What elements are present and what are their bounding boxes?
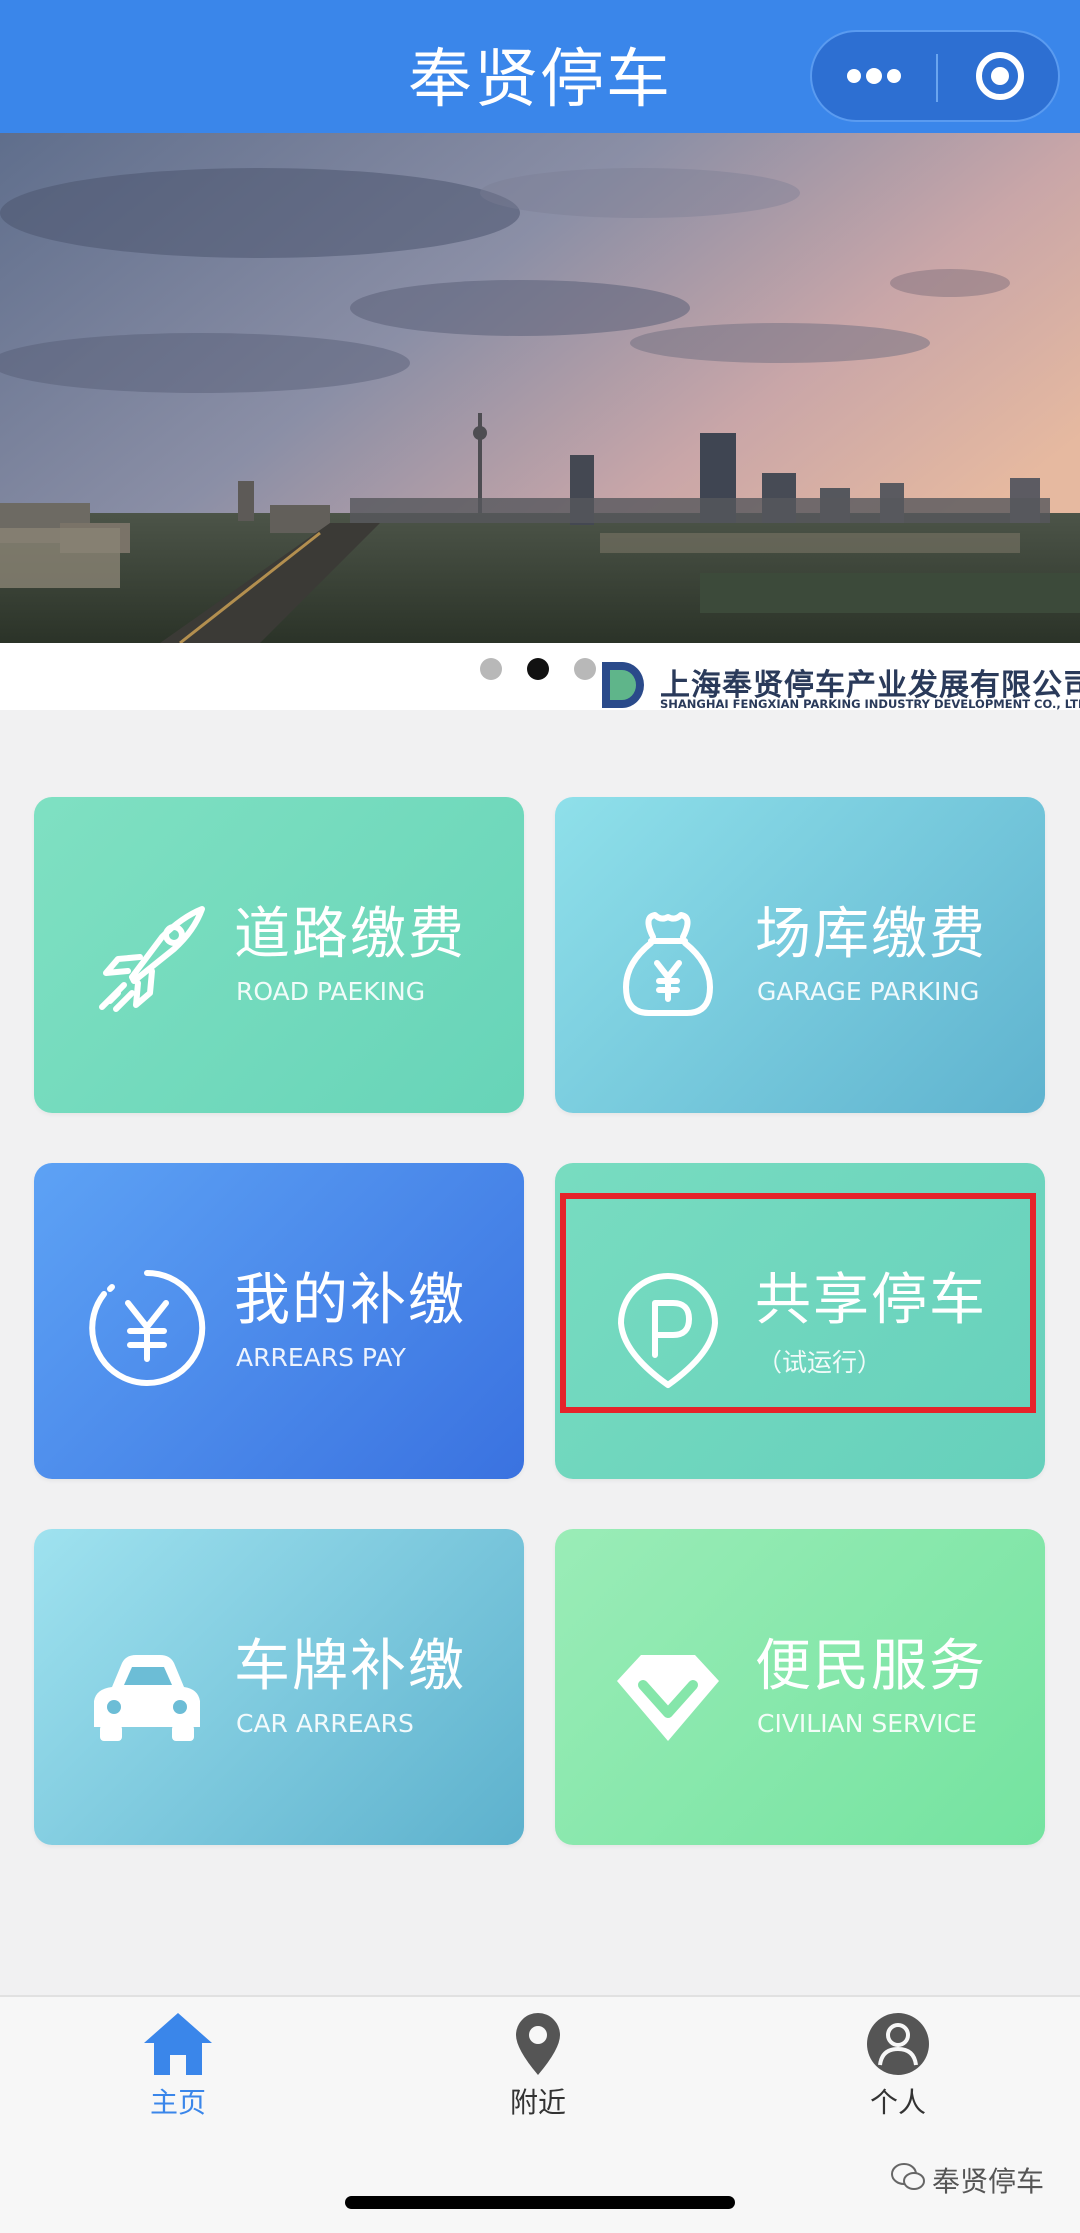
title-bar: 奉贤停车 — [0, 0, 1080, 133]
banner-carousel[interactable]: 上海奉贤停车产业发展有限公司 SHANGHAI FENGXIAN PARKING… — [0, 133, 1080, 710]
road-parking-tile[interactable]: 道路缴费 ROAD PAEKING — [34, 797, 524, 1113]
tile-title: 道路缴费 — [234, 902, 466, 967]
yen-circle-icon — [89, 1269, 206, 1386]
tab-label: 个人 — [869, 2086, 926, 2119]
company-logo-icon — [602, 662, 644, 708]
city-skyline-image — [0, 133, 1080, 643]
close-target-icon — [976, 52, 1024, 100]
close-button[interactable] — [938, 32, 1062, 120]
tile-title: 我的补缴 — [234, 1268, 466, 1333]
civilian-service-tile[interactable]: 便民服务 CIVILIAN SERVICE — [555, 1529, 1045, 1845]
tile-subtitle: ARREARS PAY — [236, 1343, 406, 1372]
carousel-dot-active[interactable] — [527, 658, 549, 680]
carousel-dot[interactable] — [480, 658, 502, 680]
tab-label: 主页 — [149, 2086, 206, 2119]
diamond-check-icon — [617, 1655, 719, 1741]
car-icon — [94, 1655, 200, 1741]
carousel-dot[interactable] — [574, 658, 596, 680]
garage-parking-tile[interactable]: 场库缴费 GARAGE PARKING — [555, 797, 1045, 1113]
location-pin-icon — [516, 2013, 560, 2075]
tile-subtitle: GARAGE PARKING — [757, 977, 980, 1006]
person-icon — [867, 2013, 929, 2075]
home-indicator[interactable] — [345, 2196, 735, 2209]
rocket-icon — [99, 906, 205, 1012]
home-icon — [144, 2013, 212, 2075]
car-arrears-tile[interactable]: 车牌补缴 CAR ARREARS — [34, 1529, 524, 1845]
watermark-text: 奉贤停车 — [932, 2165, 1045, 2198]
more-dots-icon — [847, 68, 901, 84]
company-name-en: SHANGHAI FENGXIAN PARKING INDUSTRY DEVEL… — [660, 697, 1080, 710]
tile-title: 便民服务 — [755, 1634, 987, 1699]
tab-home[interactable]: 主页 — [78, 1997, 278, 2119]
tab-nearby[interactable]: 附近 — [438, 1997, 638, 2119]
mini-program-capsule — [810, 30, 1060, 122]
tab-label: 附近 — [509, 2086, 566, 2119]
tile-subtitle: CIVILIAN SERVICE — [757, 1709, 977, 1738]
tile-subtitle: CAR ARREARS — [236, 1709, 414, 1738]
wechat-icon — [891, 2163, 925, 2190]
arrears-pay-tile[interactable]: 我的补缴 ARREARS PAY — [34, 1163, 524, 1479]
more-button[interactable] — [812, 32, 936, 120]
tile-subtitle: ROAD PAEKING — [236, 977, 426, 1006]
highlight-box — [560, 1193, 1036, 1413]
money-bag-icon — [623, 912, 713, 1016]
tile-title: 车牌补缴 — [234, 1634, 466, 1699]
tile-title: 场库缴费 — [755, 902, 987, 967]
tab-profile[interactable]: 个人 — [798, 1997, 998, 2119]
